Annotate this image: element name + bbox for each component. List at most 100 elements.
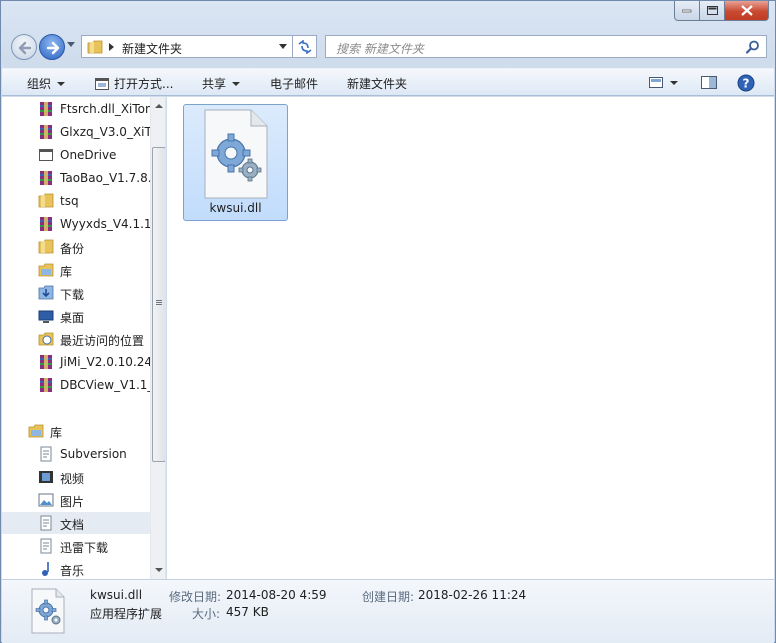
details-created-label: 创建日期: xyxy=(362,590,415,604)
email-button[interactable]: 电子邮件 xyxy=(270,75,318,92)
chevron-down-icon xyxy=(232,81,241,86)
folder-icon xyxy=(38,239,54,254)
details-modified-label: 修改日期: xyxy=(169,590,222,604)
sidebar-item-label: TaoBao_V1.7.8. xyxy=(60,171,150,185)
sidebar-item-label: 文档 xyxy=(60,518,85,532)
sidebar-item[interactable]: 文档 xyxy=(2,512,150,534)
sidebar-item-label: DBCView_V1.1_ xyxy=(60,378,150,392)
sidebar-item-label: Wyyxds_V4.1.1. xyxy=(60,217,150,231)
file-list-area[interactable]: kwsui.dll xyxy=(167,97,774,579)
sidebar-item[interactable]: 库 xyxy=(2,259,150,281)
sidebar-item-label: Ftsrch.dll_XiTon xyxy=(60,102,150,116)
document-library-icon xyxy=(40,446,52,462)
search-icon[interactable] xyxy=(746,40,760,54)
sidebar-item-label: 最近访问的位置 xyxy=(60,334,145,348)
sidebar-item[interactable]: Subversion xyxy=(2,443,150,465)
share-button[interactable]: 共享 xyxy=(202,75,241,92)
navigation-scrollbar[interactable] xyxy=(150,97,165,579)
winrar-archive-icon xyxy=(40,125,52,139)
dll-file-icon xyxy=(204,109,268,199)
close-icon xyxy=(740,5,753,16)
winrar-archive-icon xyxy=(40,378,52,392)
dll-file-icon xyxy=(31,588,65,634)
minimize-icon xyxy=(682,9,692,12)
library-icon xyxy=(28,424,44,438)
sidebar-item-label: 桌面 xyxy=(60,311,85,325)
organize-button[interactable]: 组织 xyxy=(27,75,66,92)
winrar-archive-icon xyxy=(40,217,52,231)
sidebar-item-label: 库 xyxy=(50,426,63,440)
explorer-window: 新建文件夹 搜索 新建文件夹 组织 打开方式... 共享 电子邮件 新建文件夹 xyxy=(0,0,776,643)
sidebar-item[interactable]: 音乐 xyxy=(2,558,150,579)
sidebar-item[interactable]: Wyyxds_V4.1.1. xyxy=(2,213,150,235)
sidebar-item[interactable]: JiMi_V2.0.10.24_ xyxy=(2,351,150,373)
folder-icon xyxy=(87,40,103,54)
document-library-icon xyxy=(40,515,52,531)
sidebar-item[interactable]: 备份 xyxy=(2,236,150,258)
caption-buttons xyxy=(674,1,769,21)
search-box[interactable]: 搜索 新建文件夹 xyxy=(325,35,767,58)
back-button[interactable] xyxy=(11,34,37,60)
back-arrow-icon xyxy=(18,41,32,55)
refresh-button[interactable] xyxy=(293,35,317,58)
details-file-name: kwsui.dll xyxy=(90,588,143,602)
scroll-thumb[interactable] xyxy=(152,147,165,462)
maximize-icon xyxy=(706,5,718,15)
help-button[interactable]: ? xyxy=(737,74,755,92)
navigation-bar: 新建文件夹 搜索 新建文件夹 xyxy=(9,32,767,62)
preview-pane-button[interactable] xyxy=(700,74,718,90)
share-label: 共享 xyxy=(202,77,227,91)
new-folder-button[interactable]: 新建文件夹 xyxy=(347,75,407,92)
sidebar-item-label: 图片 xyxy=(60,495,85,509)
music-library-icon xyxy=(42,562,49,576)
close-button[interactable] xyxy=(725,1,769,21)
sidebar-item[interactable]: tsq xyxy=(2,190,150,212)
open-with-button[interactable]: 打开方式... xyxy=(95,75,173,92)
breadcrumb-separator-icon[interactable] xyxy=(109,43,115,51)
sidebar-item[interactable]: 下载 xyxy=(2,282,150,304)
onedrive-window-icon xyxy=(39,149,53,161)
recent-pages-dropdown[interactable] xyxy=(67,42,76,48)
address-bar[interactable]: 新建文件夹 xyxy=(81,35,293,58)
file-name: kwsui.dll xyxy=(209,201,262,215)
sidebar-item[interactable]: Glxzq_V3.0_XiTo xyxy=(2,121,150,143)
sidebar-item-label: 库 xyxy=(60,265,73,279)
details-modified-value: 2014-08-20 4:59 xyxy=(226,588,327,602)
scroll-up-arrow-icon[interactable] xyxy=(155,104,163,108)
sidebar-item[interactable]: 视频 xyxy=(2,466,150,488)
minimize-button[interactable] xyxy=(674,1,700,21)
sidebar-item-label: tsq xyxy=(60,194,79,208)
scroll-down-arrow-icon[interactable] xyxy=(155,568,163,572)
forward-arrow-icon xyxy=(46,41,60,55)
library-icon xyxy=(38,263,54,277)
new-folder-label: 新建文件夹 xyxy=(347,77,408,91)
organize-label: 组织 xyxy=(27,77,52,91)
folder-icon xyxy=(38,193,54,208)
winrar-archive-icon xyxy=(40,171,52,185)
application-window-icon xyxy=(95,77,109,90)
sidebar-item[interactable]: 最近访问的位置 xyxy=(2,328,150,350)
sidebar-item[interactable]: DBCView_V1.1_ xyxy=(2,374,150,396)
change-view-button[interactable] xyxy=(648,74,682,90)
desktop-icon xyxy=(38,310,54,323)
sidebar-item[interactable]: OneDrive xyxy=(2,144,150,166)
grip-icon xyxy=(156,300,162,301)
details-pane: kwsui.dll 应用程序扩展 修改日期: 2014-08-20 4:59 大… xyxy=(2,579,774,643)
winrar-archive-icon xyxy=(40,355,52,369)
refresh-icon xyxy=(298,40,312,54)
search-placeholder: 搜索 新建文件夹 xyxy=(336,42,424,56)
file-item-kwsui-dll[interactable]: kwsui.dll xyxy=(183,104,288,221)
recent-places-icon xyxy=(38,332,54,346)
details-file-type: 应用程序扩展 xyxy=(90,607,163,621)
sidebar-item[interactable]: Ftsrch.dll_XiTon xyxy=(2,98,150,120)
forward-button[interactable] xyxy=(39,34,65,60)
sidebar-item[interactable]: 桌面 xyxy=(2,305,150,327)
winrar-archive-icon xyxy=(40,102,52,116)
email-label: 电子邮件 xyxy=(270,77,319,91)
maximize-button[interactable] xyxy=(700,1,725,21)
sidebar-item[interactable]: 迅雷下载 xyxy=(2,535,150,557)
sidebar-item[interactable]: TaoBao_V1.7.8. xyxy=(2,167,150,189)
sidebar-item[interactable]: 库 xyxy=(2,420,150,442)
sidebar-item[interactable]: 图片 xyxy=(2,489,150,511)
address-history-dropdown-icon[interactable] xyxy=(279,44,287,49)
